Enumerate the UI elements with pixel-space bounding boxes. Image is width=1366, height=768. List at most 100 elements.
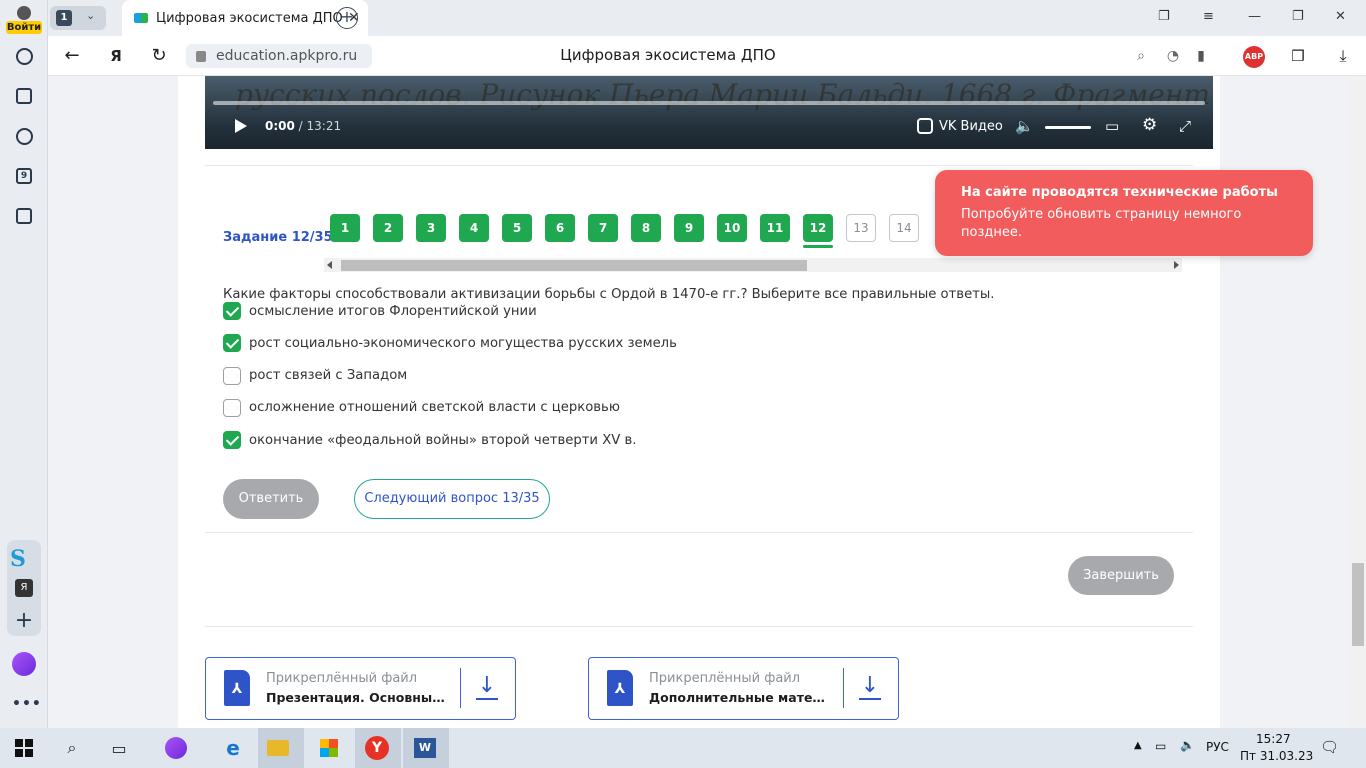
extensions-icon[interactable]: ❒ <box>1287 45 1309 67</box>
next-question-button[interactable]: Следующий вопрос 13/35 <box>354 479 550 519</box>
answer-checkbox[interactable] <box>223 302 241 320</box>
question-nav-button[interactable]: 6 <box>545 214 575 242</box>
clock-time[interactable]: 15:27 <box>1256 732 1291 746</box>
history-icon[interactable] <box>12 44 36 68</box>
page-scroll-thumb[interactable] <box>1352 563 1364 646</box>
add-app-icon[interactable]: + <box>12 608 36 633</box>
close-window-icon[interactable]: ✕ <box>1335 9 1346 24</box>
screenshot-icon[interactable] <box>12 204 36 228</box>
video-play-icon[interactable] <box>12 124 36 148</box>
search-icon[interactable]: ⌕ <box>60 736 84 760</box>
download-icon[interactable]: ↓ <box>474 672 500 702</box>
question-nav-button[interactable]: 10 <box>717 214 747 242</box>
windows-start-icon[interactable] <box>12 736 36 760</box>
tray-overflow-icon[interactable]: ▲ <box>1134 740 1142 751</box>
page-scrollbar[interactable] <box>1350 76 1366 728</box>
file-explorer-icon[interactable] <box>266 736 290 760</box>
question-nav-button[interactable]: 3 <box>416 214 446 242</box>
attached-file-card[interactable]: ⅄ Прикреплённый файл Презентация. Основн… <box>205 657 516 720</box>
url-text: education.apkpro.ru <box>216 48 358 64</box>
network-icon[interactable]: ▭ <box>1155 739 1166 753</box>
notifications-icon[interactable]: 🗨 <box>1320 738 1339 756</box>
answer-checkbox[interactable] <box>223 334 241 353</box>
question-nav-button[interactable]: 12 <box>803 214 833 248</box>
yandex-browser-icon[interactable]: Y <box>365 736 389 760</box>
question-nav-button[interactable]: 8 <box>631 214 661 242</box>
question-nav-button[interactable]: 1 <box>330 214 360 242</box>
video-caption: русских послов. Рисунок Пьера Марии Баль… <box>235 78 1210 111</box>
answer-option[interactable]: рост социально-экономического могущества… <box>223 334 677 353</box>
s-app-icon[interactable]: S <box>8 546 28 572</box>
answer-button[interactable]: Ответить <box>223 479 319 519</box>
search-icon[interactable]: ⌕ <box>1130 45 1152 67</box>
question-text: Какие факторы способствовали активизации… <box>223 287 995 302</box>
question-nav-button[interactable]: 5 <box>502 214 532 242</box>
collections-icon[interactable] <box>12 84 36 108</box>
answer-checkbox[interactable] <box>223 366 241 385</box>
question-nav-button[interactable]: 4 <box>459 214 489 242</box>
bookmark-icon[interactable]: ▮ <box>1190 45 1212 67</box>
answer-checkbox[interactable] <box>223 398 241 417</box>
question-nav-scrollbar[interactable] <box>324 258 1182 272</box>
play-icon[interactable] <box>235 119 247 133</box>
new-tab-button[interactable]: + <box>336 7 358 29</box>
menu-icon[interactable]: ≡ <box>1203 9 1214 24</box>
volume-icon[interactable]: 🔈 <box>1015 117 1034 135</box>
back-icon[interactable]: ← <box>61 45 83 67</box>
clock-date[interactable]: Пт 31.03.23 <box>1240 749 1313 763</box>
question-nav-button[interactable]: 14 <box>889 214 919 242</box>
store-icon[interactable] <box>317 736 341 760</box>
settings-gear-icon[interactable]: ⚙ <box>1142 115 1157 135</box>
scroll-thumb[interactable] <box>341 260 807 271</box>
scroll-right-icon[interactable] <box>1174 261 1179 269</box>
vk-video-brand[interactable]: VK Видео <box>917 118 1003 134</box>
video-player[interactable]: русских послов. Рисунок Пьера Марии Баль… <box>205 76 1213 149</box>
login-button[interactable]: Войти <box>6 4 42 34</box>
edge-icon[interactable]: e <box>221 736 245 760</box>
answer-option[interactable]: окончание «феодальной войны» второй четв… <box>223 431 636 450</box>
minimize-icon[interactable]: — <box>1248 9 1261 24</box>
answer-option[interactable]: рост связей с Западом <box>223 366 407 385</box>
current-time: 0:00 <box>265 119 295 133</box>
url-field[interactable]: education.apkpro.ru <box>186 44 372 68</box>
word-icon[interactable]: W <box>413 736 437 760</box>
protect-icon[interactable]: ◔ <box>1162 45 1184 67</box>
yandex-app-icon[interactable]: Я <box>15 579 33 597</box>
downloads-icon[interactable]: ⤓ <box>1332 45 1354 67</box>
answer-option[interactable]: осмысление итогов Флорентийской унии <box>223 302 537 320</box>
subtitles-icon[interactable]: ▭ <box>1105 117 1119 135</box>
restore-icon[interactable]: ❐ <box>1292 9 1304 24</box>
finish-button[interactable]: Завершить <box>1068 556 1174 595</box>
duration: / 13:21 <box>294 119 342 133</box>
question-nav-button[interactable]: 2 <box>373 214 403 242</box>
app-9-icon[interactable]: 9 <box>12 164 36 188</box>
task-view-icon[interactable]: ▭ <box>107 736 131 760</box>
divider <box>205 626 1193 627</box>
answer-checkbox[interactable] <box>223 431 241 450</box>
adblock-icon[interactable]: ABP <box>1243 46 1265 68</box>
question-nav-button[interactable]: 7 <box>588 214 618 242</box>
video-progress-bar[interactable] <box>213 101 1205 105</box>
question-nav-button[interactable]: 9 <box>674 214 704 242</box>
volume-slider[interactable] <box>1045 126 1091 129</box>
answer-option[interactable]: осложнение отношений светской власти с ц… <box>223 398 620 417</box>
alice-icon[interactable] <box>12 652 36 676</box>
yandex-logo-icon[interactable]: Я <box>105 45 127 67</box>
download-icon[interactable]: ↓ <box>857 672 883 702</box>
more-icon[interactable]: ••• <box>12 696 41 712</box>
reload-icon[interactable]: ↻ <box>148 45 170 67</box>
tab-counter[interactable]: 1 ⌄ <box>50 6 106 30</box>
file-type-label: Прикреплённый файл <box>649 671 801 686</box>
question-nav-button[interactable]: 11 <box>760 214 790 242</box>
attached-file-card[interactable]: ⅄ Прикреплённый файл Дополнительные мате… <box>588 657 899 720</box>
fullscreen-icon[interactable]: ⤢ <box>1179 117 1191 135</box>
language-indicator[interactable]: РУС <box>1206 740 1229 754</box>
question-nav-button[interactable]: 13 <box>846 214 876 242</box>
bookmarks-icon[interactable]: ❐ <box>1158 9 1170 24</box>
maintenance-toast[interactable]: На сайте проводятся технические работы П… <box>935 170 1313 256</box>
scroll-left-icon[interactable] <box>327 261 332 269</box>
active-tab[interactable]: Цифровая экосистема ДПО ✕ <box>122 0 368 36</box>
site-favicon-icon <box>134 13 148 23</box>
alice-taskbar-icon[interactable] <box>164 736 188 760</box>
speaker-icon[interactable]: 🔈 <box>1180 738 1195 752</box>
